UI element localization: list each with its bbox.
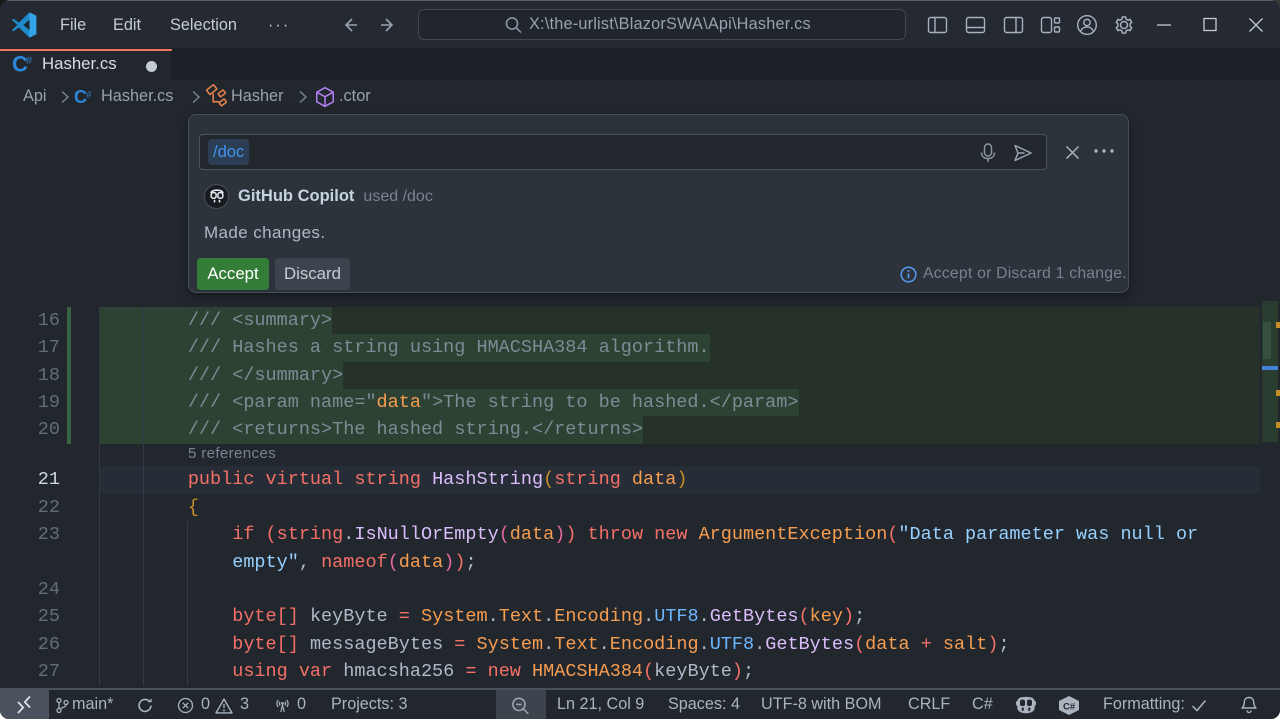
svg-text:#: # <box>86 90 92 101</box>
svg-text:#: # <box>26 55 32 67</box>
svg-text:C#: C# <box>1063 702 1076 713</box>
